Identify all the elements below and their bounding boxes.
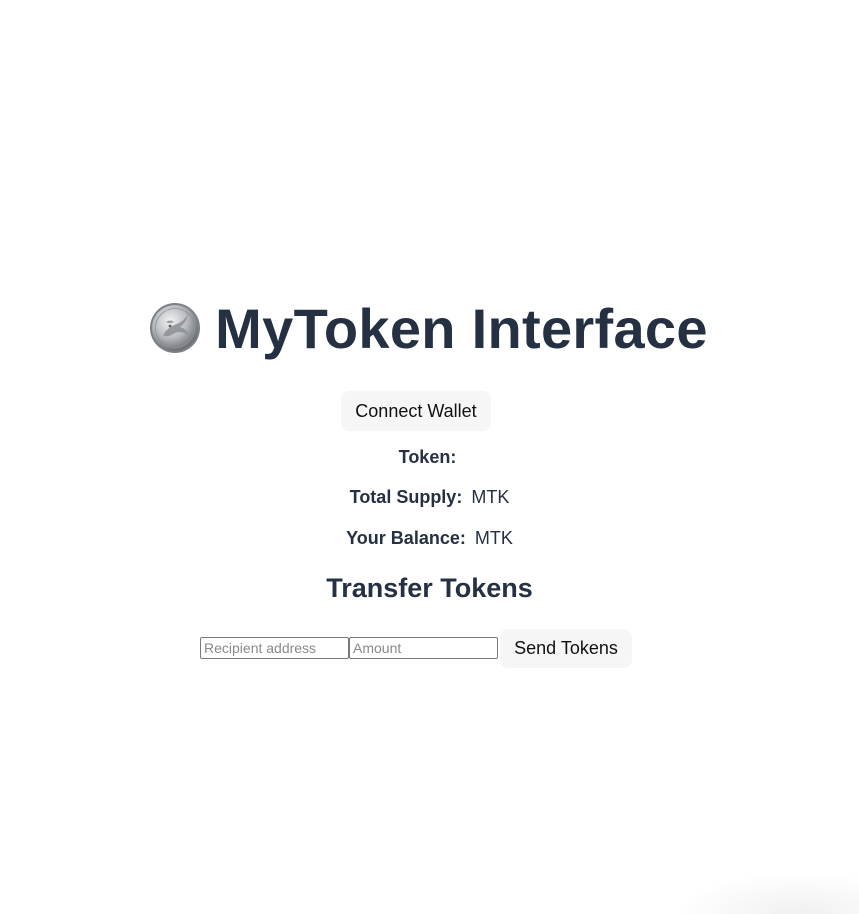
balance-value: MTK [474, 528, 513, 548]
header: MyToken Interface [0, 296, 859, 360]
token-label: Token: [398, 447, 457, 467]
connect-wallet-button[interactable]: Connect Wallet [341, 391, 491, 431]
token-line: Token: [0, 447, 859, 468]
transfer-heading: Transfer Tokens [326, 573, 533, 603]
transfer-form: Send Tokens [200, 628, 632, 668]
total-supply-label: Total Supply: [349, 487, 463, 507]
coin-icon [150, 303, 201, 353]
page-title: MyToken Interface [215, 296, 708, 360]
balance-line: Your Balance: MTK [0, 528, 859, 549]
page: MyToken Interface Connect Wallet Token: … [0, 0, 859, 914]
total-supply-line: Total Supply: MTK [0, 487, 859, 508]
send-tokens-button[interactable]: Send Tokens [500, 628, 632, 668]
recipient-address-input[interactable] [200, 637, 349, 659]
total-supply-value: MTK [471, 487, 510, 507]
amount-input[interactable] [349, 637, 498, 659]
balance-label: Your Balance: [346, 528, 466, 548]
